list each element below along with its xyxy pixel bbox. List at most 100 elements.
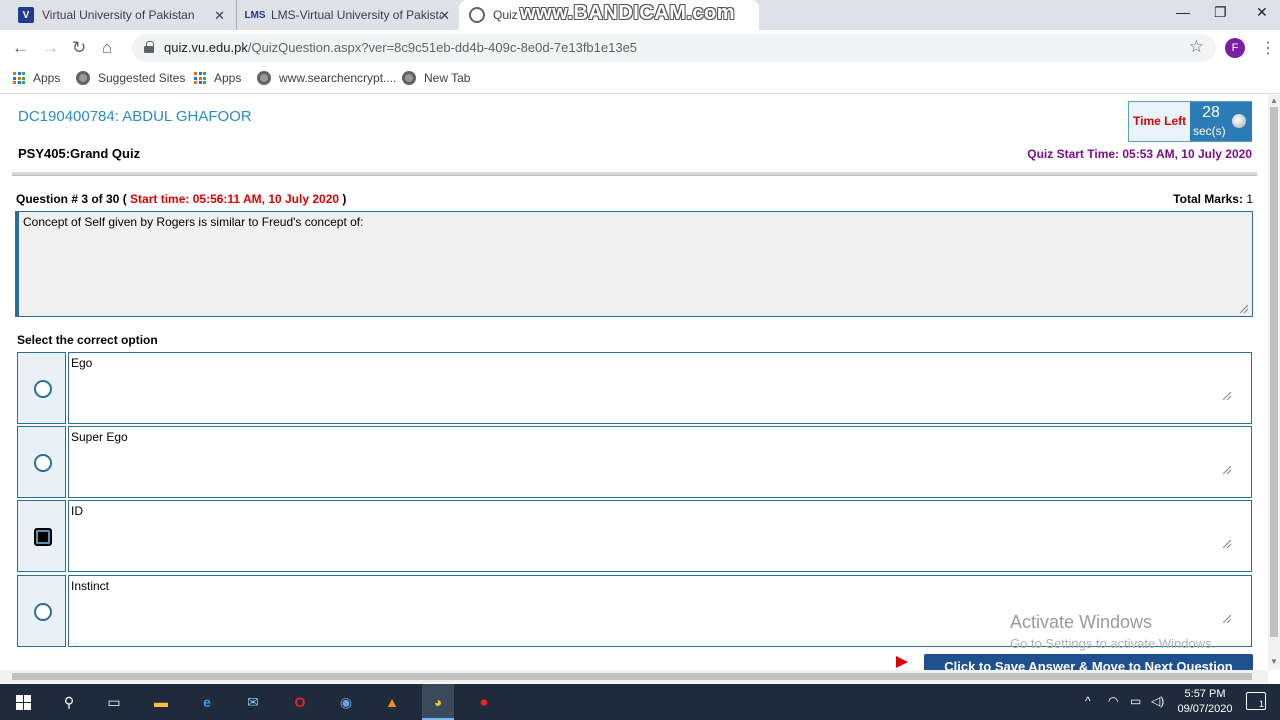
browser-toolbar: ← → ↻ ⌂ quiz.vu.edu.pk/QuizQuestion.aspx…: [0, 30, 1280, 66]
question-text: Concept of Self given by Rogers is simil…: [23, 215, 364, 229]
url-text[interactable]: quiz.vu.edu.pk/QuizQuestion.aspx?ver=8c9…: [164, 40, 637, 55]
volume-icon[interactable]: ◁): [1151, 694, 1164, 708]
globe-icon: [402, 71, 416, 85]
scroll-down-icon[interactable]: ▼: [1270, 657, 1278, 666]
tab-title: LMS-Virtual University of Pakistan: [271, 8, 441, 22]
save-next-button[interactable]: Click to Save Answer & Move to Next Ques…: [924, 654, 1253, 670]
student-name: DC190400784: ABDUL GHAFOOR: [18, 108, 252, 125]
bookmark-apps-2[interactable]: Apps: [194, 71, 241, 85]
option-text: Instinct: [71, 579, 110, 593]
file-explorer-icon[interactable]: ▬: [150, 692, 172, 712]
tab-title: Virtual University of Pakistan: [42, 8, 195, 22]
resize-handle-icon[interactable]: [1223, 540, 1231, 548]
time-left-value: 28: [1202, 104, 1220, 121]
radio-button-selected[interactable]: [34, 528, 52, 546]
resize-handle-icon[interactable]: [1240, 305, 1248, 313]
apps-grid-icon: [194, 72, 206, 84]
menu-kebab-icon[interactable]: ⋮: [1260, 38, 1276, 58]
vu-favicon-icon: V: [18, 7, 34, 23]
option-text: Ego: [71, 356, 93, 370]
clock-date: 09/07/2020: [1177, 703, 1233, 715]
bookmark-apps[interactable]: Apps: [13, 71, 60, 85]
activate-windows-subtitle: Go to Settings to activate Windows.: [1010, 636, 1216, 651]
apps-grid-icon: [13, 72, 25, 84]
option-radio-cell[interactable]: [17, 352, 66, 424]
reload-icon[interactable]: ↻: [72, 38, 86, 58]
wifi-icon[interactable]: ◠: [1108, 694, 1118, 708]
scroll-thumb[interactable]: [12, 673, 1252, 680]
bookmark-searchencrypt[interactable]: www.searchencrypt....: [257, 71, 396, 85]
quiz-start-time: Quiz Start Time: 05:53 AM, 10 July 2020: [1027, 147, 1252, 161]
time-left-box: Time Left 28 sec(s): [1128, 101, 1252, 142]
option-radio-cell[interactable]: [17, 500, 66, 572]
search-icon[interactable]: ⚲: [58, 692, 80, 712]
time-left-unit: sec(s): [1193, 124, 1226, 138]
option-row: Super Ego: [17, 426, 1252, 498]
window-close-icon[interactable]: ✕: [1256, 4, 1268, 21]
option-text: ID: [71, 504, 83, 518]
radio-button[interactable]: [34, 454, 52, 472]
option-text: Super Ego: [71, 430, 128, 444]
close-icon[interactable]: ✕: [439, 8, 450, 24]
option-textarea[interactable]: Super Ego: [68, 426, 1252, 498]
bookmark-new-tab[interactable]: New Tab: [402, 71, 470, 85]
resize-handle-icon[interactable]: [1223, 466, 1231, 474]
select-option-label: Select the correct option: [17, 333, 158, 347]
option-textarea[interactable]: Ego: [68, 352, 1252, 424]
horizontal-scrollbar[interactable]: [0, 670, 1268, 683]
tab-title: Quiz: [493, 8, 518, 22]
back-arrow-icon[interactable]: ←: [12, 38, 29, 58]
vlc-icon[interactable]: ▲: [381, 692, 403, 712]
globe-favicon-icon: [469, 7, 485, 23]
browser-tab-strip: V Virtual University of Pakistan ✕ LMS L…: [0, 0, 1280, 30]
profile-avatar[interactable]: F: [1225, 38, 1245, 58]
chrome-icon[interactable]: ◕: [427, 692, 449, 712]
option-row: ID: [17, 500, 1252, 572]
globe-icon: [76, 71, 90, 85]
home-icon[interactable]: ⌂: [102, 38, 112, 58]
taskbar-clock[interactable]: 5:57 PM 09/07/2020: [1172, 687, 1238, 717]
bookmark-star-icon[interactable]: ☆: [1189, 37, 1204, 57]
windows-start-icon[interactable]: [12, 692, 34, 712]
radio-button[interactable]: [34, 380, 52, 398]
question-start-time: Start time: 05:56:11 AM, 10 July 2020: [130, 192, 340, 206]
arrow-right-icon: [896, 656, 908, 668]
bookmarks-bar: Apps Suggested Sites Apps www.searchencr…: [0, 66, 1280, 94]
vertical-scrollbar[interactable]: ▲ ▼: [1268, 95, 1280, 670]
time-left-counter: 28 sec(s): [1190, 102, 1252, 141]
bandicam-record-icon[interactable]: ⏺: [473, 692, 495, 712]
windows-taskbar: ⚲ ▭ ▬ e ✉ O ◉ ▲ ◕ ⏺ ^ ◠ ▭ ◁) 5:57 PM 09/…: [0, 684, 1280, 720]
tab-virtual-university[interactable]: V Virtual University of Pakistan ✕: [8, 0, 233, 30]
question-textarea[interactable]: Concept of Self given by Rogers is simil…: [15, 211, 1253, 317]
clock-time: 5:57 PM: [1184, 688, 1226, 700]
task-view-icon[interactable]: ▭: [103, 692, 125, 712]
restore-icon[interactable]: ❐: [1214, 4, 1227, 21]
edge-icon[interactable]: e: [196, 692, 218, 712]
battery-icon[interactable]: ▭: [1130, 694, 1141, 708]
forward-arrow-icon[interactable]: →: [42, 38, 59, 58]
resize-handle-icon[interactable]: [1223, 392, 1231, 400]
notification-icon[interactable]: 1: [1246, 692, 1266, 710]
option-textarea[interactable]: ID: [68, 500, 1252, 572]
option-radio-cell[interactable]: [17, 575, 66, 647]
chrome-alt-icon[interactable]: ◉: [335, 692, 357, 712]
opera-icon[interactable]: O: [289, 692, 311, 712]
clock-icon: [1232, 114, 1246, 128]
quiz-page: DC190400784: ABDUL GHAFOOR PSY405:Grand …: [0, 95, 1268, 670]
activate-windows-title: Activate Windows: [1010, 612, 1153, 632]
course-title: PSY405:Grand Quiz: [18, 146, 141, 161]
radio-button[interactable]: [34, 603, 52, 621]
tab-lms[interactable]: LMS LMS-Virtual University of Pakistan ✕: [236, 0, 458, 30]
mail-icon[interactable]: ✉: [242, 692, 264, 712]
scroll-up-icon[interactable]: ▲: [1270, 96, 1278, 105]
tray-chevron-icon[interactable]: ^: [1085, 694, 1091, 708]
scroll-thumb[interactable]: [1270, 107, 1278, 637]
resize-handle-icon[interactable]: [1223, 615, 1231, 623]
lock-icon: [144, 41, 154, 53]
option-radio-cell[interactable]: [17, 426, 66, 498]
minimize-icon[interactable]: —: [1176, 4, 1190, 20]
header-divider: [12, 172, 1257, 176]
bookmark-suggested-sites[interactable]: Suggested Sites: [76, 71, 185, 85]
address-bar[interactable]: quiz.vu.edu.pk/QuizQuestion.aspx?ver=8c9…: [132, 34, 1216, 62]
close-icon[interactable]: ✕: [214, 8, 225, 24]
